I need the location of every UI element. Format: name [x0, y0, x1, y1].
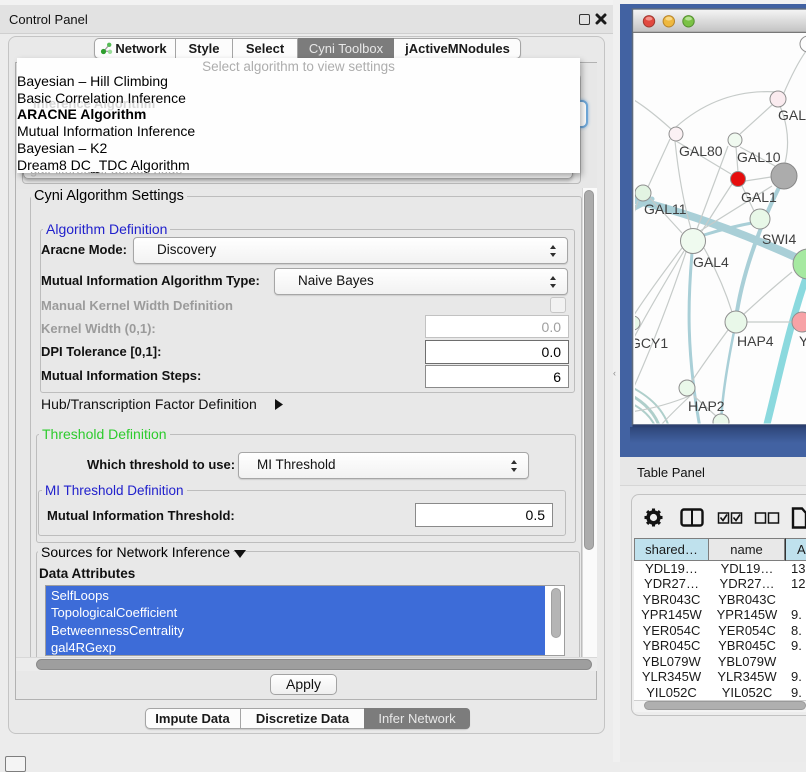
svg-text:GCY1: GCY1: [630, 335, 668, 351]
svg-text:GAL4: GAL4: [693, 254, 729, 270]
svg-text:GAL7: GAL7: [778, 107, 806, 123]
svg-text:HAP4: HAP4: [737, 333, 774, 349]
svg-text:SWI4: SWI4: [762, 231, 796, 247]
svg-text:Y: Y: [799, 333, 806, 349]
svg-text:GAL11: GAL11: [644, 201, 687, 217]
svg-text:HAP2: HAP2: [688, 398, 725, 414]
svg-text:GAL10: GAL10: [737, 149, 781, 165]
svg-text:GAL1: GAL1: [741, 189, 777, 205]
svg-text:GAL80: GAL80: [679, 143, 723, 159]
